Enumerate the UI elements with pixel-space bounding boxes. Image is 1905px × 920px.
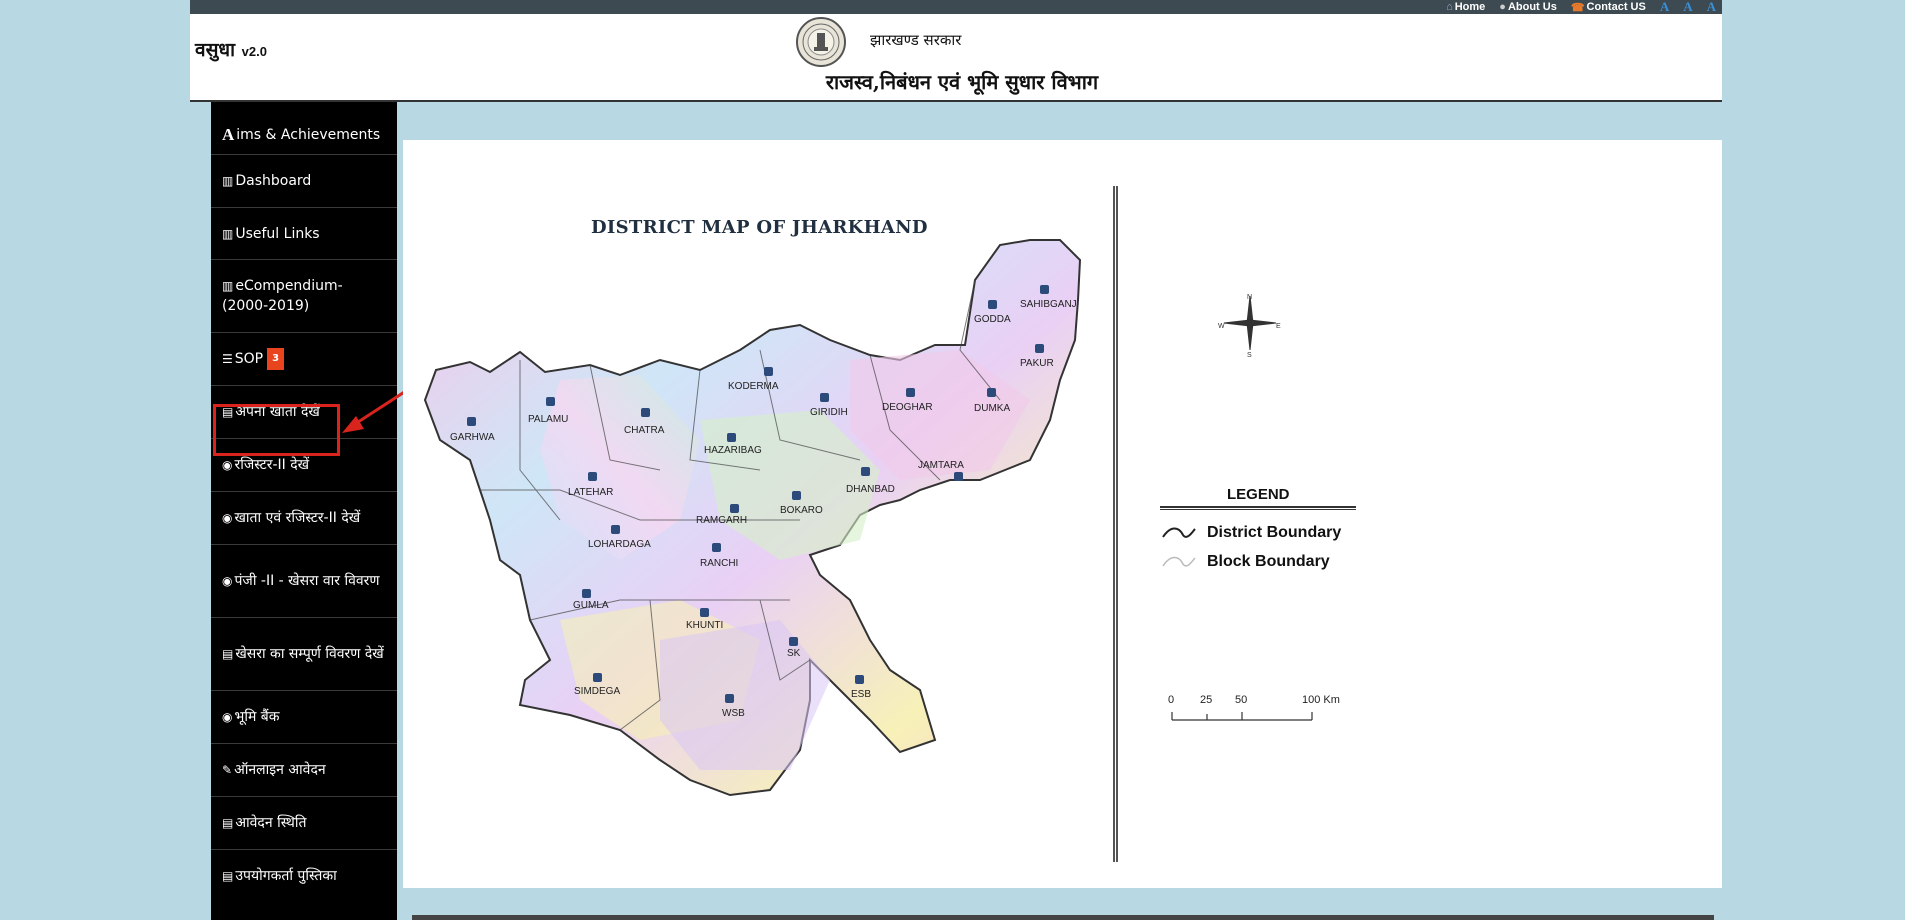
scale-bar	[1171, 712, 1313, 721]
